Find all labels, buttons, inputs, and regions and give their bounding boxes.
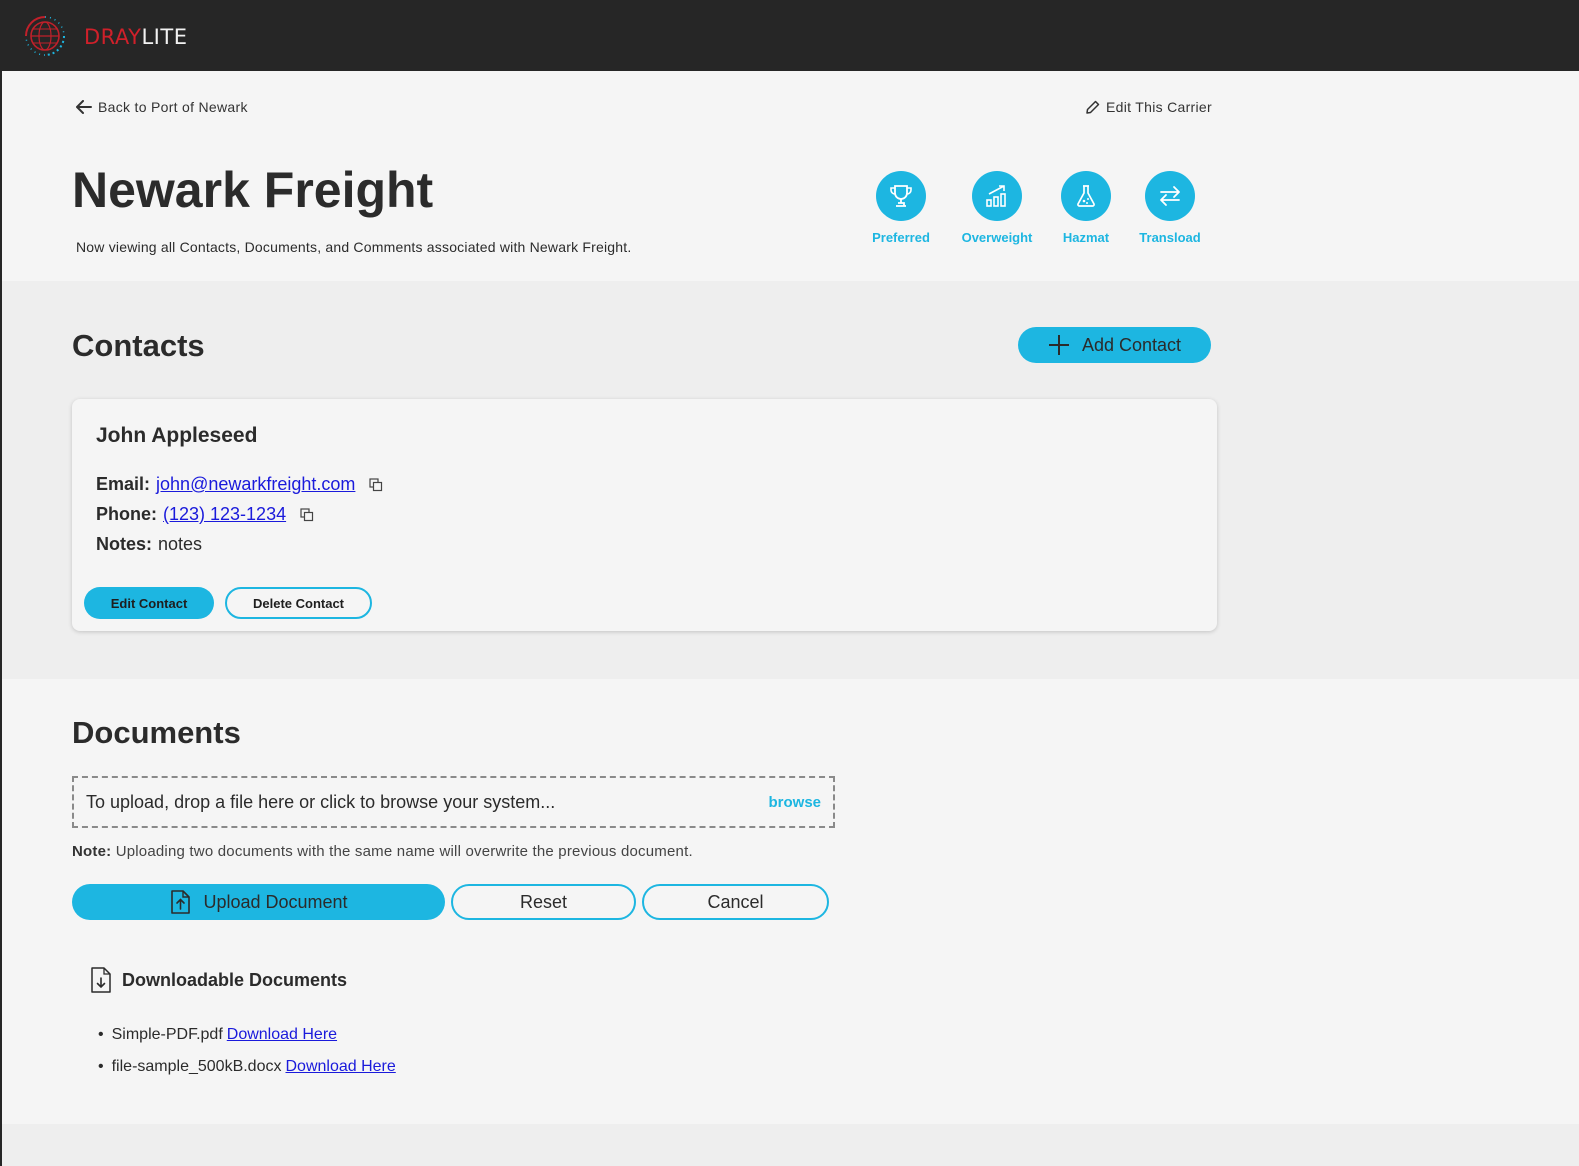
documents-title: Documents: [72, 715, 241, 750]
upload-label: Upload Document: [203, 891, 348, 912]
top-navbar: DRAYLITE: [2, 0, 1579, 71]
copy-icon[interactable]: [300, 507, 314, 522]
downloadable-list: Simple-PDF.pdf Download Here file-sample…: [98, 1019, 396, 1083]
file-name: file-sample_500kB.docx: [111, 1058, 282, 1075]
file-name: Simple-PDF.pdf: [111, 1026, 223, 1043]
delete-contact-button[interactable]: Delete Contact: [225, 587, 372, 619]
add-contact-button[interactable]: Add Contact: [1018, 327, 1211, 363]
dropzone-text: To upload, drop a file here or click to …: [86, 791, 556, 812]
arrow-left-icon: [76, 100, 92, 114]
contacts-section: Contacts Add Contact John Appleseed Emai…: [2, 281, 1579, 679]
contact-phone-row: Phone: (123) 123-1234: [96, 504, 314, 525]
page-title: Newark Freight: [72, 162, 434, 218]
contact-email-row: Email: john@newarkfreight.com: [96, 474, 383, 495]
page-subtitle: Now viewing all Contacts, Documents, and…: [76, 239, 632, 255]
contact-notes-row: Notes: notes: [96, 534, 202, 555]
contacts-title: Contacts: [72, 328, 205, 363]
file-download-icon: [91, 967, 111, 993]
documents-section: Documents To upload, drop a file here or…: [2, 679, 1579, 1124]
badge-overweight[interactable]: Overweight: [955, 171, 1039, 245]
copy-icon[interactable]: [369, 477, 383, 492]
file-dropzone[interactable]: To upload, drop a file here or click to …: [72, 776, 835, 828]
list-item: file-sample_500kB.docx Download Here: [98, 1051, 396, 1083]
brand-part-dray: DRAY: [84, 25, 142, 49]
globe-logo-icon[interactable]: [20, 11, 70, 61]
contact-card: John Appleseed Email: john@newarkfreight…: [72, 399, 1217, 631]
contact-name: John Appleseed: [96, 424, 258, 447]
email-label: Email:: [96, 474, 151, 494]
back-link-label: Back to Port of Newark: [98, 99, 248, 115]
carrier-header: Back to Port of Newark Edit This Carrier…: [2, 71, 1579, 281]
pencil-icon: [1086, 100, 1100, 114]
upload-note: Note: Uploading two documents with the s…: [72, 843, 693, 860]
badge-label: Overweight: [961, 230, 1033, 245]
upload-document-button[interactable]: Upload Document: [72, 884, 445, 920]
back-link[interactable]: Back to Port of Newark: [76, 99, 248, 115]
edit-carrier-link[interactable]: Edit This Carrier: [1086, 99, 1212, 115]
download-link[interactable]: Download Here: [227, 1026, 337, 1044]
add-contact-label: Add Contact: [1081, 334, 1182, 355]
note-text: Uploading two documents with the same na…: [115, 843, 693, 860]
download-link[interactable]: Download Here: [285, 1058, 395, 1076]
badge-hazmat[interactable]: Hazmat: [1058, 171, 1114, 245]
badge-transload[interactable]: Transload: [1134, 171, 1206, 245]
plus-icon: [1048, 335, 1069, 355]
browse-link[interactable]: browse: [768, 794, 821, 811]
email-link[interactable]: john@newarkfreight.com: [156, 474, 355, 495]
chart-up-icon: [972, 171, 1022, 221]
page: DRAYLITE Back to Port of Newark Edit Thi…: [2, 0, 1579, 1166]
reset-button[interactable]: Reset: [451, 884, 636, 920]
notes-value: notes: [158, 534, 203, 554]
trophy-icon: [876, 171, 926, 221]
badge-label: Preferred: [872, 230, 930, 245]
flask-icon: [1061, 171, 1111, 221]
cancel-button[interactable]: Cancel: [642, 884, 829, 920]
edit-contact-button[interactable]: Edit Contact: [84, 587, 214, 619]
badge-label: Transload: [1139, 230, 1201, 245]
downloadable-documents-heading: Downloadable Documents: [90, 967, 347, 993]
brand-name[interactable]: DRAYLITE: [84, 25, 187, 49]
swap-arrows-icon: [1145, 171, 1195, 221]
phone-link[interactable]: (123) 123-1234: [163, 504, 286, 525]
file-upload-icon: [171, 890, 191, 914]
edit-carrier-label: Edit This Carrier: [1106, 99, 1212, 115]
badge-preferred[interactable]: Preferred: [866, 171, 936, 245]
phone-label: Phone:: [96, 504, 157, 524]
brand-part-lite: LITE: [141, 25, 188, 49]
badge-label: Hazmat: [1062, 230, 1110, 245]
note-label: Note:: [72, 843, 112, 860]
notes-label: Notes:: [96, 534, 153, 554]
downloadable-title: Downloadable Documents: [122, 969, 348, 990]
footer-band: [2, 1124, 1579, 1166]
list-item: Simple-PDF.pdf Download Here: [98, 1019, 396, 1051]
